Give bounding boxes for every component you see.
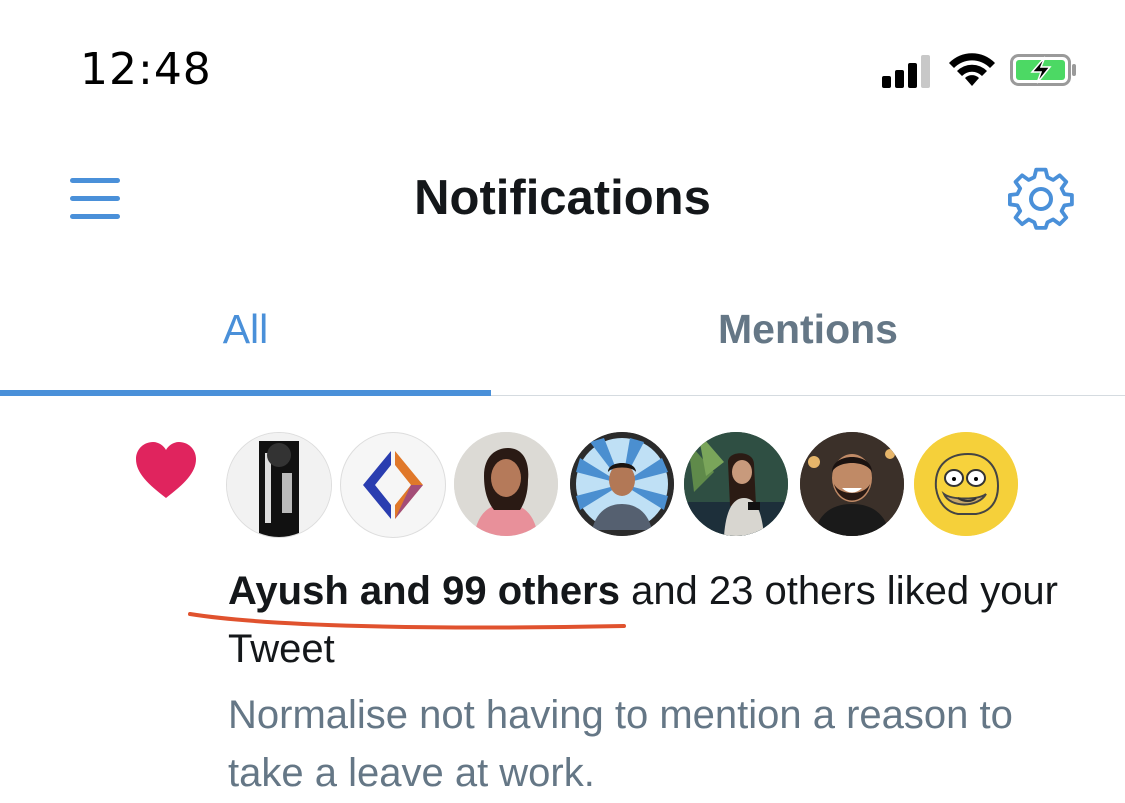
avatar[interactable] [914,432,1018,536]
page-title: Notifications [414,171,711,225]
avatar[interactable] [340,432,446,538]
gear-icon[interactable] [1008,166,1074,232]
red-underline-annotation [188,612,626,630]
wifi-icon [949,53,995,86]
avatar[interactable] [800,432,904,536]
tab-mentions[interactable]: Mentions [491,306,1125,353]
active-tab-indicator [0,390,491,396]
tab-all[interactable]: All [0,306,491,353]
heart-icon [136,442,196,498]
status-time: 12:48 [80,44,212,95]
avatar[interactable] [226,432,332,538]
avatar[interactable] [684,432,788,536]
cellular-signal-icon [882,54,934,88]
battery-charging-icon [1010,54,1076,86]
avatar[interactable] [570,432,674,536]
avatar[interactable] [454,432,558,536]
tweet-preview-text[interactable]: Normalise not having to mention a reason… [228,686,1088,802]
